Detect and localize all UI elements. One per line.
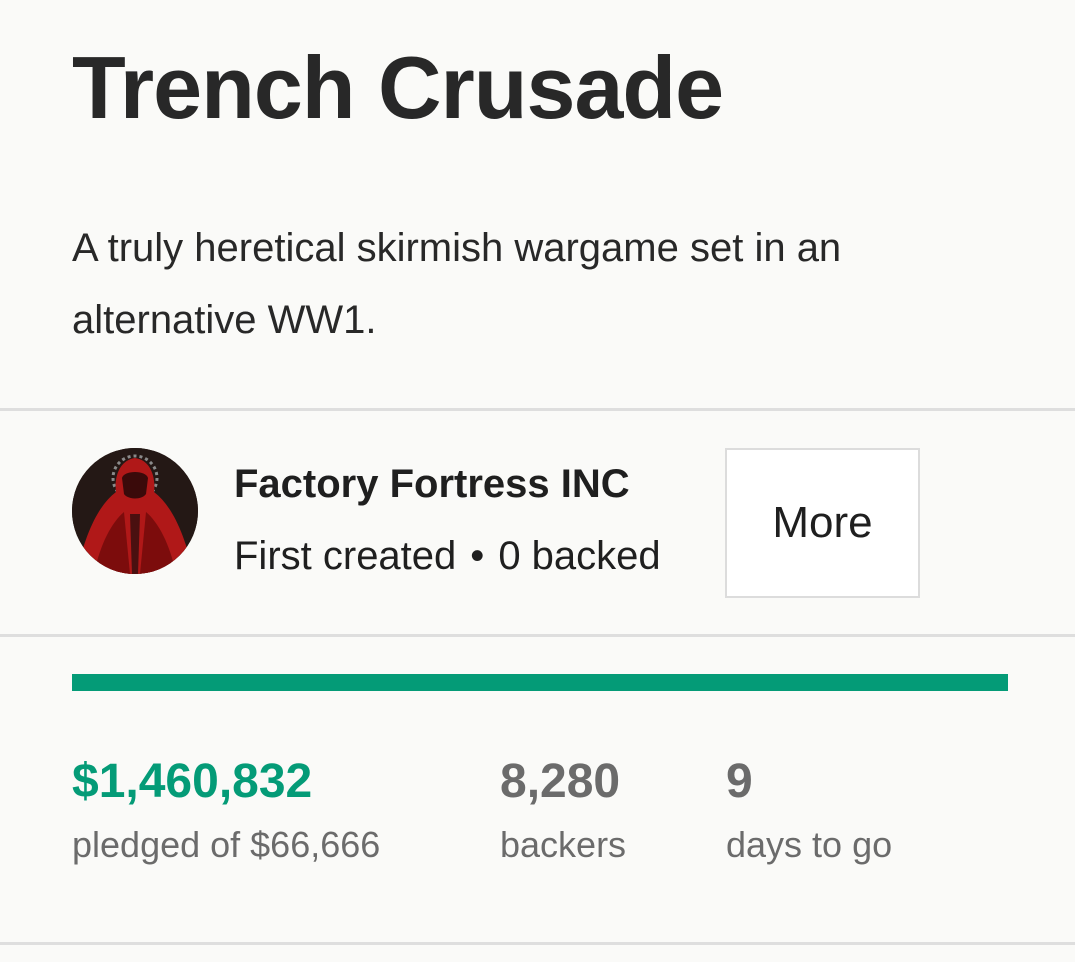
days-remaining: 9 (726, 755, 753, 808)
creator-avatar[interactable] (72, 448, 198, 574)
divider-top (0, 408, 1075, 411)
backers-count: 8,280 (500, 755, 621, 808)
funding-progress-bar (72, 674, 1008, 691)
pledged-goal-label: pledged of $66,666 (72, 824, 381, 865)
backers-label: backers (500, 824, 627, 865)
funding-progress-fill (72, 674, 1008, 691)
hooded-figure-icon (72, 448, 198, 574)
meta-separator: • (470, 534, 485, 578)
creator-name[interactable]: Factory Fortress INC (234, 458, 630, 510)
divider-bottom (0, 942, 1075, 945)
creator-meta: First created • 0 backed (234, 530, 661, 582)
pledged-amount: $1,460,832 (72, 755, 313, 808)
divider-middle (0, 634, 1075, 637)
creator-backed-count: 0 backed (498, 534, 661, 578)
project-title: Trench Crusade (72, 38, 724, 137)
more-button[interactable]: More (725, 448, 920, 598)
creator-status: First created (234, 534, 457, 578)
days-label: days to go (726, 824, 893, 865)
project-blurb: A truly heretical skirmish wargame set i… (72, 226, 842, 342)
